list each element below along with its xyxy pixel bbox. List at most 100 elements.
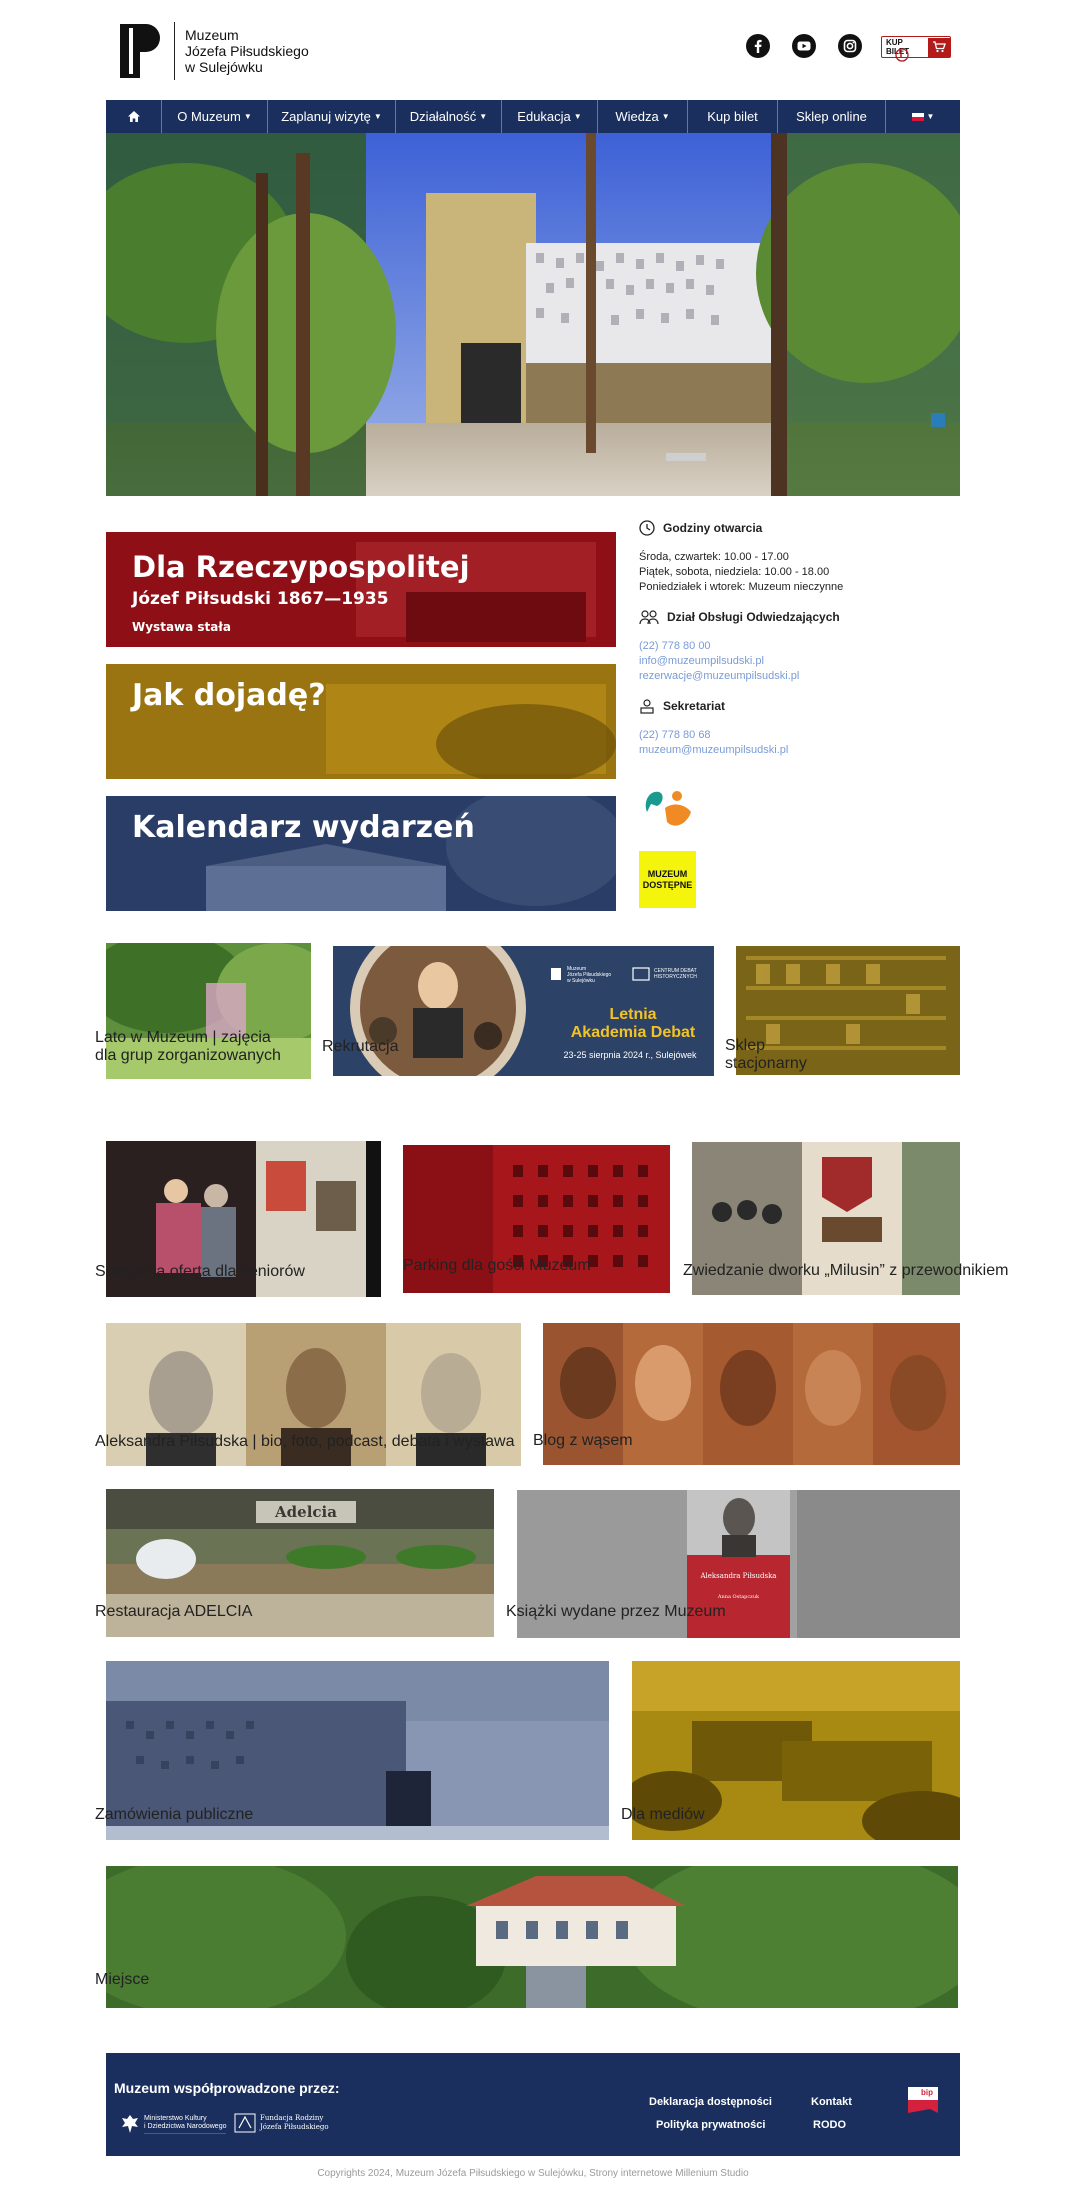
nav-label: Zaplanuj wizytę bbox=[281, 109, 371, 124]
foundation-logo[interactable]: Fundacja Rodziny Józefa Piłsudskiego bbox=[234, 2113, 329, 2133]
nav-label: O Muzeum bbox=[177, 109, 241, 124]
banner-exhibition[interactable]: Dla Rzeczypospolitej Józef Piłsudski 186… bbox=[106, 532, 616, 647]
person-desk-icon bbox=[640, 699, 654, 714]
tile-caption[interactable]: Parking dla gości Muzeum bbox=[403, 1257, 591, 1275]
logo-line: Józefa Piłsudskiego bbox=[185, 43, 309, 59]
site-header: Muzeum Józefa Piłsudskiego w Sulejówku K… bbox=[106, 16, 960, 86]
book-author: Anna Ostapczuk bbox=[717, 1594, 760, 1600]
cart-icon bbox=[928, 37, 950, 57]
youtube-icon[interactable] bbox=[792, 34, 816, 58]
tile-place[interactable] bbox=[106, 1866, 958, 2008]
hours-title: Godziny otwarcia bbox=[663, 521, 763, 535]
nav-edukacja[interactable]: Edukacja ▼ bbox=[502, 100, 598, 133]
chevron-down-icon: ▼ bbox=[479, 112, 488, 121]
banner-exhibition-title: Dla Rzeczypospolitej bbox=[132, 550, 470, 584]
tile-recruitment[interactable]: Muzeum Józefa Piłsudskiego w Sulejówku C… bbox=[333, 946, 714, 1076]
sign-language-icon[interactable] bbox=[639, 782, 960, 839]
visitors-email-link[interactable]: info@muzeumpilsudski.pl bbox=[639, 654, 960, 669]
nav-wiedza[interactable]: Wiedza ▼ bbox=[598, 100, 688, 133]
chevron-down-icon: ▼ bbox=[661, 112, 670, 121]
nav-o-muzeum[interactable]: O Muzeum ▼ bbox=[162, 100, 268, 133]
promo-museum-lines: Muzeum Józefa Piłsudskiego w Sulejówku bbox=[567, 966, 611, 984]
tile-caption[interactable]: Lato w Muzeum | zajęcia dla grup zorgani… bbox=[95, 1029, 287, 1065]
bip-label: bip bbox=[921, 2088, 933, 2097]
banner-directions[interactable]: Jak dojadę? bbox=[106, 664, 616, 779]
buy-ticket-button[interactable]: KUP BILET bbox=[881, 36, 951, 58]
secretariat-heading: Sekretariat bbox=[639, 698, 960, 714]
main-nav: O Muzeum ▼ Zaplanuj wizytę ▼ Działalność ▼ … bbox=[106, 100, 960, 133]
nav-sklep-online[interactable]: Sklep online bbox=[778, 100, 886, 133]
nav-label: Edukacja bbox=[517, 109, 571, 124]
bip-logo[interactable]: bip bbox=[908, 2087, 938, 2117]
nav-label: Wiedza bbox=[615, 109, 659, 124]
promo-line: w Sulejówku bbox=[567, 978, 595, 984]
footer-link-contact[interactable]: Kontakt bbox=[811, 2096, 852, 2108]
nav-label: Działalność bbox=[409, 109, 477, 124]
logo-text: Muzeum Józefa Piłsudskiego w Sulejówku bbox=[185, 27, 309, 75]
nav-kup-bilet[interactable]: Kup bilet bbox=[688, 100, 778, 133]
footer-title: Muzeum współprowadzone przez: bbox=[114, 2080, 340, 2096]
nav-language[interactable]: ▼ bbox=[886, 100, 960, 133]
chevron-down-icon: ▼ bbox=[926, 112, 935, 121]
hero-image bbox=[106, 133, 960, 496]
tile-caption[interactable]: Sklep stacjonarny bbox=[725, 1037, 851, 1073]
chevron-down-icon: ▼ bbox=[573, 112, 582, 121]
book-title: Aleksandra Piłsudska bbox=[700, 1572, 777, 1580]
clock-icon bbox=[639, 520, 655, 536]
logo-line: Muzeum bbox=[185, 27, 239, 43]
tile-caption[interactable]: Zamówienia publiczne bbox=[95, 1806, 253, 1824]
banner-calendar[interactable]: Kalendarz wydarzeń bbox=[106, 796, 616, 911]
footer-link-privacy[interactable]: Polityka prywatności bbox=[656, 2119, 765, 2131]
chevron-down-icon: ▼ bbox=[373, 112, 382, 121]
nav-zaplanuj-wizyte[interactable]: Zaplanuj wizytę ▼ bbox=[268, 100, 396, 133]
logo-mark-icon bbox=[116, 22, 162, 80]
tile-caption[interactable]: Specjalna oferta dla seniorów bbox=[95, 1263, 305, 1281]
secretariat-title: Sekretariat bbox=[663, 699, 726, 713]
nav-home[interactable] bbox=[106, 100, 162, 133]
info-panel: Godziny otwarcia Środa, czwartek: 10.00 … bbox=[639, 520, 960, 908]
copyright: Copyrights 2024, Muzeum Józefa Piłsudski… bbox=[317, 2168, 749, 2179]
accessible-museum-badge[interactable]: MUZEUM DOSTĘPNE bbox=[639, 851, 696, 908]
instagram-icon[interactable] bbox=[838, 34, 862, 58]
tile-caption[interactable]: Miejsce bbox=[95, 1971, 149, 1989]
reservations-email-link[interactable]: rezerwacje@muzeumpilsudski.pl bbox=[639, 669, 960, 684]
foundation-line: Józefa Piłsudskiego bbox=[260, 2123, 329, 2131]
badge-line: DOSTĘPNE bbox=[642, 879, 693, 890]
tile-caption[interactable]: Dla mediów bbox=[621, 1806, 705, 1824]
banner-exhibition-note: Wystawa stała bbox=[132, 620, 231, 634]
banner-exhibition-subtitle: Józef Piłsudski 1867—1935 bbox=[132, 589, 389, 609]
secretariat-email-link[interactable]: muzeum@muzeumpilsudski.pl bbox=[639, 743, 960, 758]
facebook-icon[interactable] bbox=[746, 34, 770, 58]
footer-link-accessibility[interactable]: Deklaracja dostępności bbox=[649, 2096, 772, 2108]
visitors-phone-link[interactable]: (22) 778 80 00 bbox=[639, 639, 960, 654]
tile-caption[interactable]: Książki wydane przez Muzeum bbox=[506, 1603, 726, 1621]
people-icon bbox=[639, 610, 659, 625]
site-footer: Muzeum współprowadzone przez: Ministerst… bbox=[106, 2053, 960, 2156]
tile-caption[interactable]: Restauracja ADELCIA bbox=[95, 1603, 252, 1621]
home-icon bbox=[127, 111, 140, 122]
chevron-down-icon: ▼ bbox=[243, 112, 252, 121]
tile-caption[interactable]: Aleksandra Piłsudska | bio, foto, podcas… bbox=[95, 1433, 515, 1451]
promo-date: 23-25 sierpnia 2024 r., Sulejówek bbox=[563, 1050, 697, 1060]
footer-link-rodo[interactable]: RODO bbox=[813, 2119, 846, 2131]
promo-title: Letnia Akademia Debat bbox=[553, 1006, 713, 1042]
tile-caption[interactable]: Blog z wąsem bbox=[533, 1432, 633, 1450]
eagle-emblem-icon bbox=[122, 2115, 138, 2133]
hours-line: Piątek, sobota, niedziela: 10.00 - 18.00 bbox=[639, 566, 830, 578]
hand-cursor-icon bbox=[895, 48, 909, 62]
logo-line: w Sulejówku bbox=[185, 59, 263, 75]
tile-caption[interactable]: Rekrutacja bbox=[322, 1038, 398, 1056]
nav-dzialalnosc[interactable]: Działalność ▼ bbox=[396, 100, 502, 133]
tile-place-image bbox=[106, 1866, 958, 2008]
promo-partner-line: HISTORYCZNYCH bbox=[654, 974, 697, 980]
museum-logo[interactable]: Muzeum Józefa Piłsudskiego w Sulejówku bbox=[116, 22, 309, 80]
tile-caption[interactable]: Zwiedzanie dworku „Milusin” z przewodnik… bbox=[683, 1262, 1008, 1280]
ministry-line: i Dziedzictwa Narodowego bbox=[144, 2122, 227, 2130]
logo-divider bbox=[174, 22, 175, 80]
secretariat-phone-link[interactable]: (22) 778 80 68 bbox=[639, 728, 960, 743]
foundation-name: Fundacja Rodziny Józefa Piłsudskiego bbox=[260, 2114, 329, 2132]
ministry-logo[interactable]: Ministerstwo Kultury i Dziedzictwa Narod… bbox=[120, 2113, 227, 2135]
social-links bbox=[746, 34, 862, 58]
hours-line: Poniedziałek i wtorek: Muzeum nieczynne bbox=[639, 581, 844, 593]
ministry-name: Ministerstwo Kultury i Dziedzictwa Narod… bbox=[144, 2115, 227, 2134]
